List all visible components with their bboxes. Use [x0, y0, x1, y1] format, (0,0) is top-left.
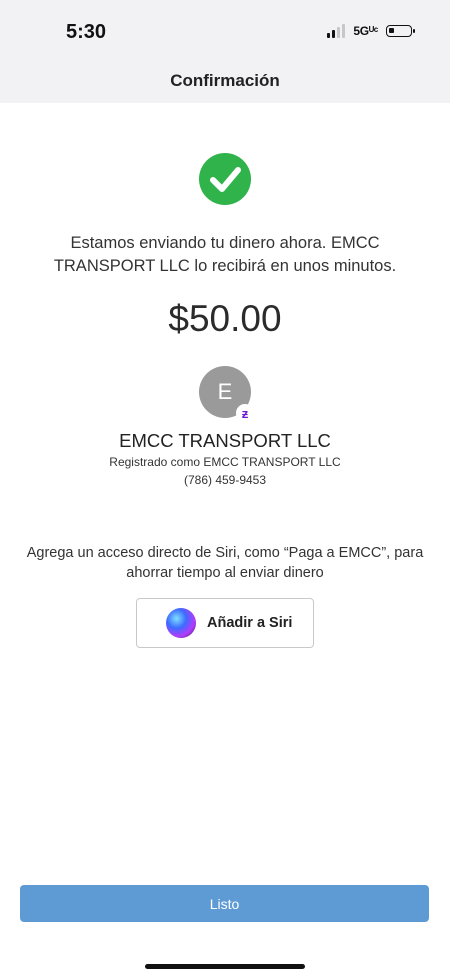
confirmation-message: Estamos enviando tu dinero ahora. EMCC T…	[53, 234, 397, 275]
home-indicator	[145, 964, 305, 969]
zelle-badge-icon: ƶ	[236, 404, 254, 422]
network-label: 5Gᵁᶜ	[353, 24, 378, 38]
recipient-registered: Registrado como EMCC TRANSPORT LLC	[109, 455, 341, 469]
check-circle-icon	[199, 153, 251, 205]
status-time: 5:30	[66, 21, 107, 43]
avatar-initial: E	[217, 379, 233, 404]
done-button-label: Listo	[209, 895, 240, 912]
amount-value: $50.00	[168, 298, 282, 339]
done-button[interactable]: Listo	[20, 885, 429, 922]
recipient-phone: (786) 459-9453	[183, 473, 267, 487]
siri-icon	[166, 608, 196, 638]
siri-shortcut-text: Agrega un acceso directo de Siri, como “…	[26, 545, 424, 581]
header-bar: 5:30 5Gᵁᶜ Confirmación	[0, 0, 450, 103]
add-to-siri-button[interactable]: Añadir a Siri	[136, 598, 314, 648]
page-title: Confirmación	[170, 71, 280, 90]
add-to-siri-label: Añadir a Siri	[207, 615, 293, 631]
recipient-name: EMCC TRANSPORT LLC	[119, 430, 331, 451]
battery-level	[389, 28, 394, 33]
status-indicators: 5Gᵁᶜ	[327, 24, 415, 38]
battery-icon	[386, 25, 415, 37]
signal-icon	[327, 24, 346, 38]
